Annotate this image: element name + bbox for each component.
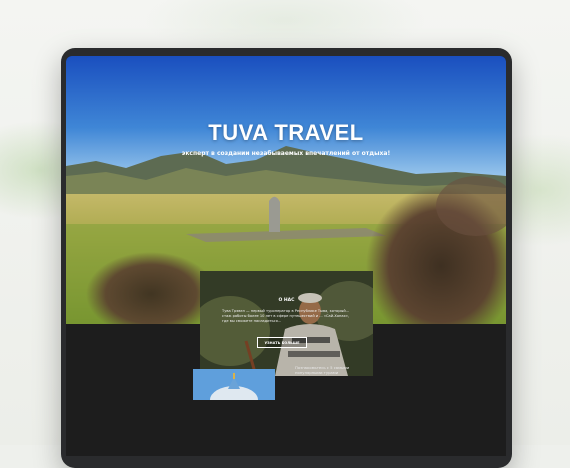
about-text: Тува Трэвел — первый туроператор в Респу… (222, 309, 350, 323)
website-screen: TUVA TRAVEL эксперт в создании незабывае… (66, 56, 506, 456)
about-heading: О НАС (278, 298, 295, 303)
about-card: О НАС Тува Трэвел — первый туроператор в… (200, 271, 373, 376)
tour-photo (193, 369, 275, 400)
hero-title: TUVA TRAVEL (208, 120, 364, 145)
tour-thumbnail[interactable] (193, 369, 275, 400)
learn-more-button[interactable]: УЗНАТЬ БОЛЬШЕ (257, 337, 307, 348)
hero-subtitle: эксперт в создании незабываемых впечатле… (181, 150, 391, 157)
tours-caption: Познакомьтесь с 5 самыми популярными тур… (295, 365, 350, 376)
